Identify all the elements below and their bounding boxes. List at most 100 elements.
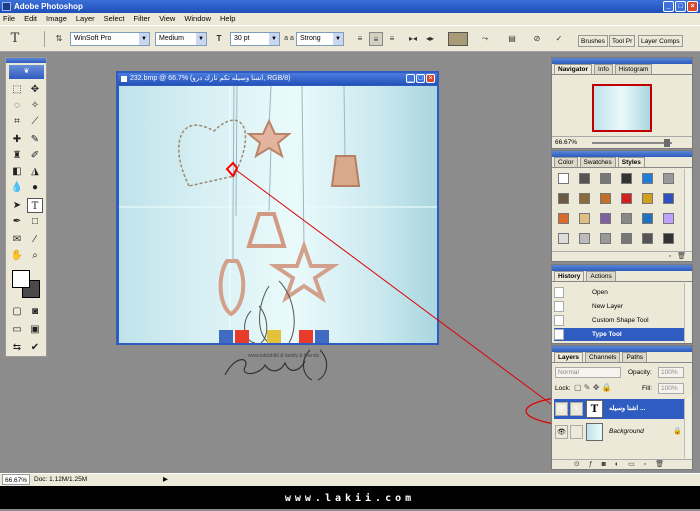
quick-mask-icon[interactable]: ◙	[27, 304, 43, 319]
new-style-icon[interactable]: ▫	[669, 252, 671, 261]
slice-tool-icon[interactable]: ⟋	[27, 114, 43, 129]
layer-row-background[interactable]: 👁 Background 🔒	[554, 422, 686, 442]
style-swatch[interactable]	[558, 233, 569, 244]
gradient-tool-icon[interactable]: ◮	[27, 164, 43, 179]
dodge-tool-icon[interactable]: ●	[27, 180, 43, 195]
layers-scrollbar[interactable]	[684, 398, 691, 458]
style-swatch[interactable]	[600, 193, 611, 204]
font-size-select[interactable]: 30 pt ▼	[230, 32, 280, 46]
style-swatch[interactable]	[663, 213, 674, 224]
palettes-icon[interactable]: ▤	[505, 32, 519, 46]
trash-icon[interactable]: 🗑	[677, 252, 686, 261]
navigator-thumbnail[interactable]	[592, 84, 652, 132]
rtl-left-icon[interactable]: ▸◂	[406, 32, 420, 46]
tab-paths[interactable]: Paths	[622, 352, 648, 362]
doc-minimize-icon[interactable]: _	[406, 74, 415, 83]
font-family-select[interactable]: WinSoft Pro ▼	[70, 32, 150, 46]
brush-tool-icon[interactable]: ✎	[27, 132, 43, 147]
layer-row-text[interactable]: 👁 ✎ T ﺍﺷﻨﺎ ﻭﺳﻴﻠﻪ ...	[554, 399, 686, 419]
dock-tab-layer-comps[interactable]: Layer Comps	[638, 35, 683, 47]
text-color-swatch[interactable]	[448, 32, 468, 46]
new-layer-icon[interactable]: ▫	[644, 460, 646, 469]
tab-histogram[interactable]: Histogram	[614, 64, 653, 74]
style-swatch[interactable]	[642, 173, 653, 184]
history-item[interactable]: Open	[554, 286, 686, 299]
menu-file[interactable]: File	[3, 13, 15, 25]
tab-color[interactable]: Color	[554, 157, 578, 167]
align-center-icon[interactable]: ≡	[369, 32, 383, 46]
document-title-bar[interactable]: 232.bmp @ 66.7% (ﺍﺷﻨﺎ ﻭﺳﻴﻠﻪ ﺗﻜﻢ ﺗﺎﺭﻙ ﺩﺭﻭ…	[118, 73, 437, 85]
history-scrollbar[interactable]	[684, 283, 691, 343]
blur-tool-icon[interactable]: 💧	[9, 180, 25, 195]
mask-icon[interactable]: ◙	[602, 460, 606, 469]
menu-image[interactable]: Image	[46, 13, 67, 25]
fill-field[interactable]: 100%	[658, 383, 684, 394]
style-swatch[interactable]	[621, 213, 632, 224]
notes-tool-icon[interactable]: ✉	[9, 232, 25, 247]
opacity-field[interactable]: 100%	[658, 367, 684, 378]
adjustment-layer-icon[interactable]: ◐	[615, 460, 619, 469]
type-tool-icon[interactable]: T	[27, 198, 43, 213]
menu-filter[interactable]: Filter	[134, 13, 151, 25]
style-swatch[interactable]	[663, 233, 674, 244]
style-swatch[interactable]	[621, 173, 632, 184]
doc-close-icon[interactable]: ×	[426, 74, 435, 83]
style-swatch[interactable]	[600, 213, 611, 224]
zoom-slider-handle[interactable]	[664, 139, 670, 147]
tab-actions[interactable]: Actions	[586, 271, 616, 281]
menu-window[interactable]: Window	[184, 13, 211, 25]
style-swatch[interactable]	[642, 193, 653, 204]
style-swatch[interactable]	[642, 213, 653, 224]
crop-tool-icon[interactable]: ⌗	[9, 114, 25, 129]
status-menu-arrow-icon[interactable]: ▶	[163, 474, 168, 486]
style-swatch[interactable]	[579, 173, 590, 184]
rtl-right-icon[interactable]: ◂▸	[423, 32, 437, 46]
lasso-tool-icon[interactable]: ◌	[9, 98, 25, 113]
layer-style-icon[interactable]: ƒ	[589, 460, 593, 469]
align-right-icon[interactable]: ≡	[385, 32, 399, 46]
eye-icon[interactable]: 👁	[555, 402, 568, 416]
navigator-zoom[interactable]: 66.67%	[555, 139, 577, 146]
doc-maximize-icon[interactable]: □	[416, 74, 425, 83]
style-swatch[interactable]	[579, 233, 590, 244]
style-swatch[interactable]	[600, 233, 611, 244]
hand-tool-icon[interactable]: ✋	[9, 248, 25, 263]
adobe-online-logo[interactable]: ❦	[9, 65, 44, 79]
eyedropper-icon[interactable]: ⁄	[27, 232, 43, 247]
antialias-select[interactable]: Strong ▼	[296, 32, 344, 46]
imageready-icon[interactable]: ⇆	[9, 340, 25, 355]
zoom-tool-icon[interactable]: ⌕	[27, 248, 43, 263]
tab-navigator[interactable]: Navigator	[554, 64, 592, 74]
eraser-tool-icon[interactable]: ◧	[9, 164, 25, 179]
style-swatch[interactable]	[579, 213, 590, 224]
style-swatch[interactable]	[642, 233, 653, 244]
dock-tab-tool-presets[interactable]: Tool Pr	[609, 35, 636, 47]
style-swatch[interactable]	[663, 193, 674, 204]
zoom-slider[interactable]	[592, 142, 672, 144]
dock-tab-brushes[interactable]: Brushes	[578, 35, 608, 47]
history-brush-icon[interactable]: ✐	[27, 148, 43, 163]
warp-text-icon[interactable]: ⤳	[478, 32, 492, 46]
history-item-selected[interactable]: Type Tool	[554, 328, 686, 341]
pen-tool-icon[interactable]: ✒	[9, 214, 25, 229]
menu-layer[interactable]: Layer	[76, 13, 95, 25]
blend-mode-select[interactable]: Normal	[555, 367, 621, 378]
image-canvas[interactable]	[119, 86, 437, 343]
foreground-color-swatch[interactable]	[12, 270, 30, 288]
link-layers-icon[interactable]: ⊙	[574, 460, 580, 469]
menu-select[interactable]: Select	[104, 13, 125, 25]
check-icon[interactable]: ✔	[27, 340, 43, 355]
marquee-tool-icon[interactable]: ⬚	[9, 82, 25, 97]
style-swatch[interactable]	[621, 193, 632, 204]
tab-layers[interactable]: Layers	[554, 352, 583, 362]
style-swatch[interactable]	[600, 173, 611, 184]
standard-mode-icon[interactable]: ▢	[9, 304, 25, 319]
path-selection-icon[interactable]: ➤	[9, 198, 25, 213]
style-swatch[interactable]	[558, 213, 569, 224]
tab-history[interactable]: History	[554, 271, 585, 281]
clone-stamp-icon[interactable]: ♜	[9, 148, 25, 163]
tab-styles[interactable]: Styles	[617, 157, 645, 167]
screen-mode-standard-icon[interactable]: ▭	[9, 322, 25, 337]
style-swatch[interactable]	[621, 233, 632, 244]
history-item[interactable]: Custom Shape Tool	[554, 314, 686, 327]
